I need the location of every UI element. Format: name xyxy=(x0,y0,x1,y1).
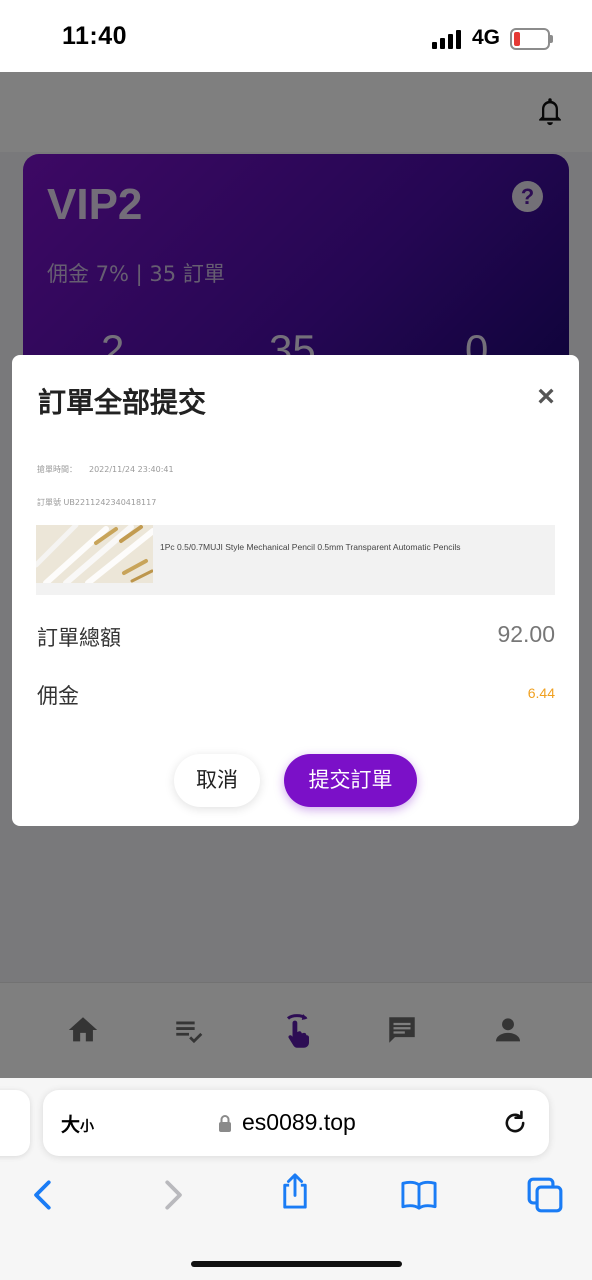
back-icon[interactable] xyxy=(25,1176,63,1214)
order-number-label: 訂單號 xyxy=(37,498,61,507)
submit-order-dialog: 訂單全部提交 × 搶單時間： 2022/11/24 23:40:41 訂單號 UB… xyxy=(12,355,579,826)
submit-order-button[interactable]: 提交訂單 xyxy=(284,754,417,807)
total-value: 92.00 xyxy=(497,621,555,647)
order-number-value: UB2211242340418117 xyxy=(63,498,157,507)
address-bar[interactable]: 大小 es0089.top xyxy=(43,1090,549,1156)
order-number: 訂單號 UB2211242340418117 xyxy=(37,497,156,508)
commission-value: 6.44 xyxy=(527,685,555,701)
status-time: 11:40 xyxy=(62,22,128,50)
forward-icon[interactable] xyxy=(153,1176,191,1214)
close-icon[interactable]: × xyxy=(532,382,560,412)
order-time-label: 搶單時間： xyxy=(37,465,77,474)
text-size-small: 小 xyxy=(80,1119,95,1135)
order-time-value: 2022/11/24 23:40:41 xyxy=(89,465,174,474)
product-image xyxy=(36,525,153,583)
dialog-title: 訂單全部提交 xyxy=(38,386,207,419)
status-bar: 11:40 4G xyxy=(0,0,592,72)
reload-icon[interactable] xyxy=(501,1109,529,1137)
share-icon[interactable] xyxy=(276,1172,314,1210)
text-size-big: 大 xyxy=(61,1114,81,1136)
battery-level xyxy=(514,32,520,46)
order-time: 搶單時間： 2022/11/24 23:40:41 xyxy=(37,464,174,475)
commission-label: 佣金 xyxy=(37,684,79,708)
network-label: 4G xyxy=(472,26,501,49)
url-text: es0089.top xyxy=(242,1109,356,1135)
product-row: 1Pc 0.5/0.7MUJI Style Mechanical Pencil … xyxy=(36,525,555,595)
bookmarks-icon[interactable] xyxy=(400,1176,438,1214)
home-indicator xyxy=(191,1261,402,1267)
previous-tab-address-bar[interactable] xyxy=(0,1090,30,1156)
total-label: 訂單總額 xyxy=(37,626,121,650)
cancel-button[interactable]: 取消 xyxy=(174,754,260,807)
battery-tip xyxy=(550,35,553,43)
signal-icon xyxy=(432,29,462,49)
pencil-illustration xyxy=(36,525,153,583)
text-size-button[interactable]: 大小 xyxy=(61,1110,94,1137)
tabs-icon[interactable] xyxy=(526,1176,564,1214)
lock-icon xyxy=(219,1115,231,1132)
browser-chrome: 大小 es0089.top xyxy=(0,1078,592,1280)
product-name: 1Pc 0.5/0.7MUJI Style Mechanical Pencil … xyxy=(160,542,461,552)
